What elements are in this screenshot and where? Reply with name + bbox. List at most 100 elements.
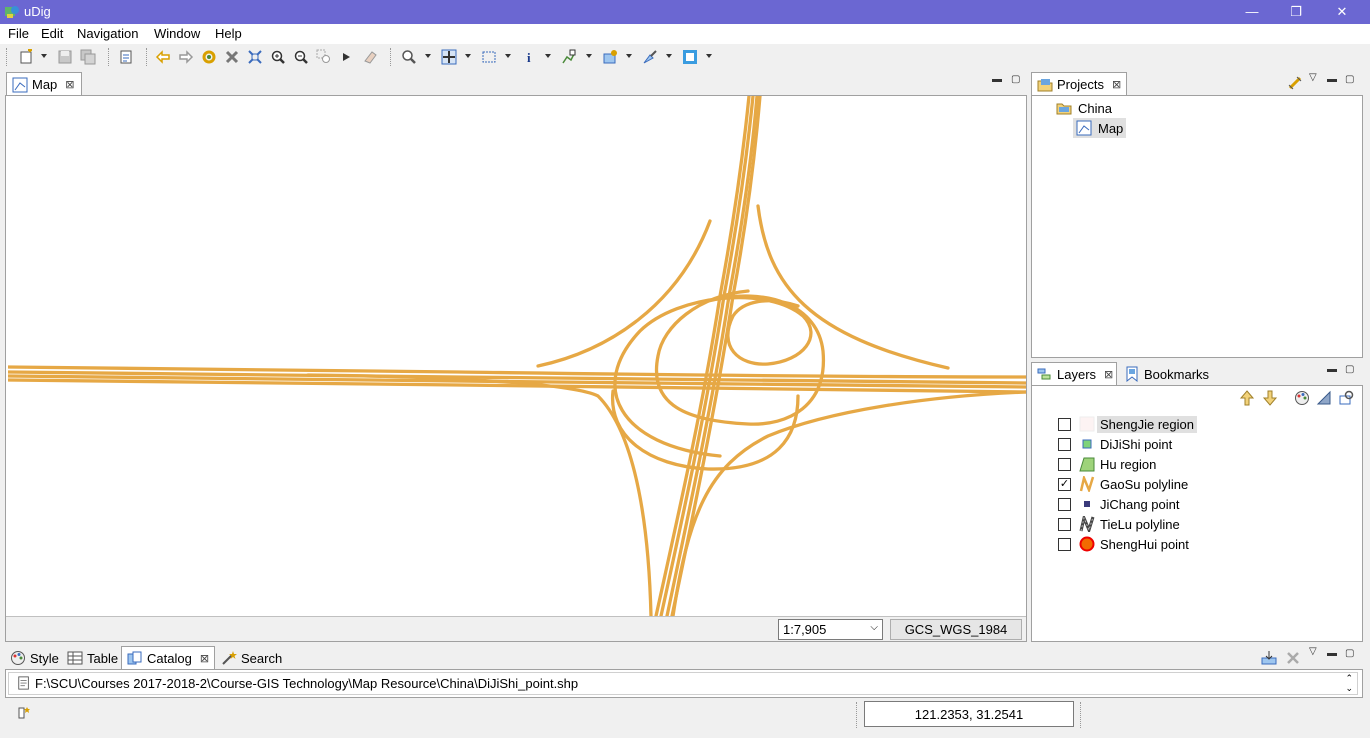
layer-visibility-checkbox[interactable] <box>1058 537 1071 551</box>
layers-tab-header: Layers ⊠ Bookmarks ▬ ▢ <box>1031 362 1363 386</box>
menu-help[interactable]: Help <box>215 26 242 41</box>
catalog-path-row[interactable]: F:\SCU\Courses 2017-2018-2\Course-GIS Te… <box>8 672 1358 695</box>
zoom-in-icon[interactable] <box>268 47 288 67</box>
layer-row[interactable]: ShengHui point <box>1058 534 1189 554</box>
close-button[interactable]: ✕ <box>1330 2 1354 22</box>
tab-catalog[interactable]: Catalog ⊠ <box>121 646 215 670</box>
back-arrow-icon[interactable] <box>153 47 173 67</box>
remove-icon[interactable] <box>1285 650 1301 669</box>
layer-visibility-checkbox[interactable] <box>1058 457 1071 471</box>
close-tab-icon[interactable]: ⊠ <box>1112 78 1121 91</box>
layers-icon <box>1037 367 1053 383</box>
region-green-icon <box>1079 456 1095 472</box>
info-icon[interactable]: i <box>519 47 539 67</box>
layer-properties-icon[interactable] <box>1338 390 1354 409</box>
edit-geometry-icon[interactable] <box>559 47 579 67</box>
minimize-view-icon[interactable]: ▬ <box>1327 74 1337 85</box>
layer-row[interactable]: DiJiShi point <box>1058 434 1172 454</box>
style-palette-icon[interactable] <box>1294 390 1310 409</box>
ramp-se <box>671 390 1026 616</box>
tab-projects[interactable]: Projects ⊠ <box>1031 72 1127 96</box>
chevron-down-icon: ⌵ <box>870 622 878 633</box>
tab-table[interactable]: Table <box>62 646 120 670</box>
menu-file[interactable]: File <box>8 26 29 41</box>
forward-arrow-icon[interactable] <box>176 47 196 67</box>
maximize-view-icon[interactable]: ▢ <box>1345 74 1354 85</box>
minimize-button[interactable]: — <box>1240 2 1264 22</box>
tab-style[interactable]: Style <box>5 646 61 670</box>
crs-button[interactable]: GCS_WGS_1984 <box>890 619 1022 640</box>
map-canvas[interactable] <box>8 96 1026 616</box>
layer-visibility-checkbox[interactable] <box>1058 417 1071 431</box>
point-green-icon <box>1079 436 1095 452</box>
zoom-extent-icon[interactable] <box>245 47 265 67</box>
layer-row[interactable]: Hu region <box>1058 454 1156 474</box>
zoom-selection-icon[interactable] <box>314 47 334 67</box>
layer-row[interactable]: ✓ GaoSu polyline <box>1058 473 1189 494</box>
close-tab-icon[interactable]: ⊠ <box>1104 368 1113 381</box>
layer-row[interactable]: JiChang point <box>1058 494 1180 514</box>
projects-tree: China Map <box>1031 95 1363 358</box>
ramp-sw <box>306 373 653 616</box>
file-icon <box>17 676 31 693</box>
maximize-view-icon[interactable]: ▢ <box>1345 364 1354 375</box>
layer-visibility-checkbox[interactable] <box>1058 517 1071 531</box>
polyline-orange-icon <box>1079 473 1095 494</box>
close-tab-icon[interactable]: ⊠ <box>200 652 209 665</box>
bookmark-icon <box>1124 366 1140 383</box>
menu-navigation[interactable]: Navigation <box>77 26 138 41</box>
view-menu-icon[interactable]: ▽ <box>1309 72 1317 83</box>
move-down-icon[interactable] <box>1262 390 1278 409</box>
minimize-view-icon[interactable]: ▬ <box>1327 364 1337 375</box>
edit-feature-icon[interactable] <box>600 47 620 67</box>
triangle-tool-icon[interactable] <box>1316 390 1332 409</box>
maximize-view-icon[interactable]: ▢ <box>1345 648 1354 659</box>
create-feature-icon[interactable] <box>640 47 660 67</box>
tab-layers[interactable]: Layers ⊠ <box>1031 362 1117 386</box>
zoom-out-icon[interactable] <box>291 47 311 67</box>
refresh-icon[interactable] <box>199 47 219 67</box>
ramp-ne <box>756 204 950 370</box>
menu-window[interactable]: Window <box>154 26 200 41</box>
save-icon[interactable] <box>55 47 75 67</box>
restore-button[interactable]: ❐ <box>1284 2 1308 22</box>
import-icon[interactable] <box>1261 650 1277 669</box>
road-ew-1 <box>8 365 1026 379</box>
layer-visibility-checkbox[interactable] <box>1058 497 1071 511</box>
layer-row[interactable]: TieLu polyline <box>1058 513 1180 535</box>
minimize-view-icon[interactable]: ▬ <box>1327 648 1337 659</box>
layer-name: ShengHui point <box>1100 536 1189 552</box>
link-icon[interactable] <box>1287 75 1303 94</box>
fast-view-icon[interactable] <box>16 705 32 724</box>
region-empty-icon <box>1079 416 1095 432</box>
scale-combo[interactable]: 1:7,905 ⌵ <box>778 619 883 640</box>
menu-edit[interactable]: Edit <box>41 26 63 41</box>
project-node[interactable]: China <box>1056 98 1112 118</box>
next-icon[interactable] <box>337 47 357 67</box>
save-all-icon[interactable] <box>78 47 98 67</box>
layer-name: GaoSu polyline <box>1100 476 1189 492</box>
close-tab-icon[interactable]: ⊠ <box>65 78 74 91</box>
properties-icon[interactable] <box>116 47 136 67</box>
layer-name: ShengJie region <box>1097 415 1197 433</box>
layer-visibility-checkbox[interactable]: ✓ <box>1058 477 1071 491</box>
search-icon[interactable] <box>399 47 419 67</box>
scroll-arrows-icon[interactable]: ⌃ ⌄ <box>1345 673 1353 693</box>
projects-view: Projects ⊠ ▽ ▬ ▢ China Map <box>1031 72 1363 358</box>
eraser-icon[interactable] <box>360 47 380 67</box>
layer-row[interactable]: ShengJie region <box>1058 414 1197 434</box>
tab-bookmarks[interactable]: Bookmarks <box>1119 362 1219 386</box>
stop-icon[interactable] <box>222 47 242 67</box>
maximize-view-icon[interactable]: ▢ <box>1011 74 1020 85</box>
move-up-icon[interactable] <box>1239 390 1255 409</box>
new-icon[interactable] <box>16 47 36 67</box>
map-node[interactable]: Map <box>1073 118 1127 138</box>
minimize-view-icon[interactable]: ▬ <box>992 74 1002 85</box>
tab-map[interactable]: Map ⊠ <box>6 72 82 96</box>
draw-shape-icon[interactable] <box>680 47 700 67</box>
layer-visibility-checkbox[interactable] <box>1058 437 1071 451</box>
pan-icon[interactable] <box>439 47 459 67</box>
tab-search[interactable]: Search <box>216 646 282 670</box>
select-box-icon[interactable] <box>479 47 499 67</box>
view-menu-icon[interactable]: ▽ <box>1309 646 1317 657</box>
